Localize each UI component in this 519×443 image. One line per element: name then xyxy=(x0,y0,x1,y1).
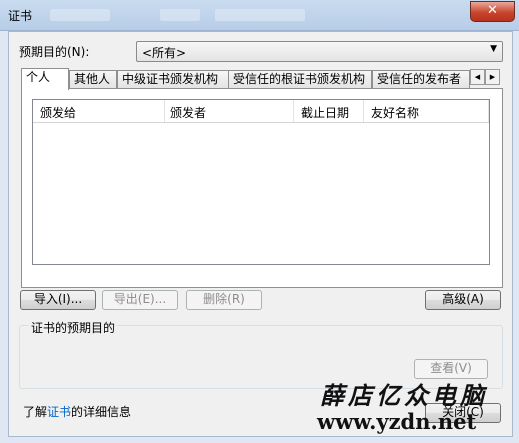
purpose-label: 预期目的(N): xyxy=(19,45,90,59)
tab-scroll-buttons: ◀ ▶ xyxy=(470,69,500,85)
certificates-link[interactable]: 证书 xyxy=(47,405,71,419)
left-arrow-icon: ◀ xyxy=(474,73,481,81)
watermark-text: 薛店亿众电脑 xyxy=(320,381,488,410)
advanced-button[interactable]: 高级(A) xyxy=(425,290,501,310)
intended-purposes-title: 证书的预期目的 xyxy=(29,319,118,336)
export-button[interactable]: 导出(E)... xyxy=(102,290,178,310)
close-icon: ✕ xyxy=(487,3,498,18)
tab-panel: 颁发给 颁发者 截止日期 友好名称 xyxy=(21,88,503,288)
right-arrow-icon: ▶ xyxy=(489,73,496,81)
blurred-background-text-2 xyxy=(160,9,200,21)
title-bar: 证书 ✕ xyxy=(0,0,519,31)
column-separator xyxy=(293,100,294,122)
column-friendly-name[interactable]: 友好名称 xyxy=(371,104,419,121)
learn-more-suffix: 的详细信息 xyxy=(71,405,132,419)
column-issued-to[interactable]: 颁发给 xyxy=(40,104,76,121)
blurred-background-text xyxy=(50,9,110,21)
certificate-list[interactable]: 颁发给 颁发者 截止日期 友好名称 xyxy=(32,99,490,265)
close-window-button[interactable]: ✕ xyxy=(470,1,515,22)
tab-personal[interactable]: 个人 xyxy=(21,68,69,90)
tab-trusted-publishers[interactable]: 受信任的发布者 xyxy=(372,70,470,89)
column-separator xyxy=(488,100,489,122)
tab-scroll-right-button[interactable]: ▶ xyxy=(485,69,500,85)
learn-more-prefix: 了解 xyxy=(23,405,48,419)
blurred-background-text-3 xyxy=(215,9,305,21)
window-title: 证书 xyxy=(8,9,33,23)
list-header: 颁发给 颁发者 截止日期 友好名称 xyxy=(33,100,489,123)
tab-others[interactable]: 其他人 xyxy=(69,70,117,89)
tab-trusted-root-ca[interactable]: 受信任的根证书颁发机构 xyxy=(228,70,372,89)
remove-button[interactable]: 删除(R) xyxy=(186,290,262,310)
tab-scroll-left-button[interactable]: ◀ xyxy=(470,69,485,85)
column-expiration[interactable]: 截止日期 xyxy=(301,104,349,121)
purpose-selected-value: <所有> xyxy=(142,46,187,60)
column-issued-by[interactable]: 颁发者 xyxy=(170,104,206,121)
import-button[interactable]: 导入(I)... xyxy=(20,290,96,310)
watermark-url: www.yzdn.net xyxy=(317,409,477,434)
learn-more-text: 了解证书的详细信息 xyxy=(23,403,131,420)
chevron-down-icon: ▼ xyxy=(490,44,497,54)
purpose-select[interactable]: <所有> ▼ xyxy=(136,41,503,62)
column-separator xyxy=(363,100,364,122)
tab-intermediate-ca[interactable]: 中级证书颁发机构 xyxy=(117,70,229,89)
column-separator xyxy=(164,100,165,122)
